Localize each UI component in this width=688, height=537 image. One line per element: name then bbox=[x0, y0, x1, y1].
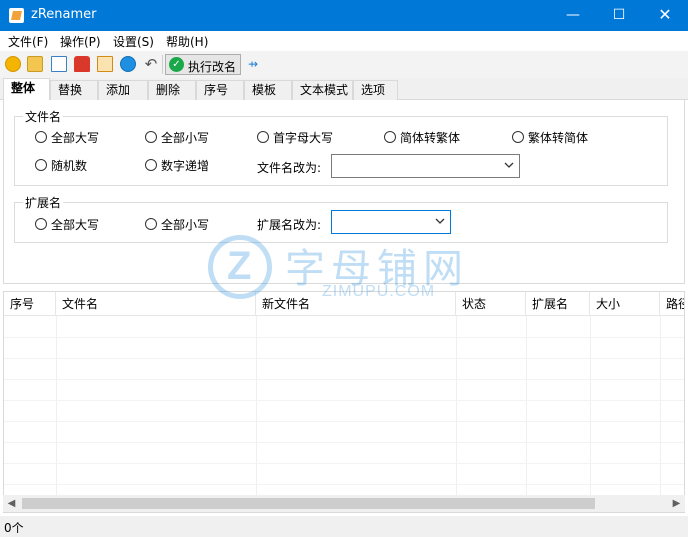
edit-list-icon[interactable] bbox=[97, 56, 113, 72]
tab-add[interactable]: 添加 bbox=[98, 80, 148, 100]
maximize-button[interactable]: ☐ bbox=[596, 0, 642, 31]
column-header-index[interactable]: 序号 bbox=[4, 292, 56, 316]
tab-options[interactable]: 选项 bbox=[353, 80, 398, 100]
execute-rename-label: 执行改名 bbox=[188, 60, 237, 74]
watermark-logo: Z bbox=[208, 235, 272, 299]
pin-icon[interactable]: ⇸ bbox=[248, 58, 262, 70]
menu-bar: 文件(F) 操作(P) 设置(S) 帮助(H) bbox=[0, 31, 688, 51]
tab-strip: 整体 替换 添加 删除 序号 模板 文本模式 选项 bbox=[0, 78, 688, 101]
minimize-button[interactable]: — bbox=[550, 0, 596, 31]
filename-change-label: 文件名改为: bbox=[257, 161, 322, 175]
filename-group-title: 文件名 bbox=[23, 108, 64, 125]
check-icon: ✓ bbox=[169, 57, 184, 72]
menu-file[interactable]: 文件(F) bbox=[8, 33, 48, 50]
column-header-status[interactable]: 状态 bbox=[456, 292, 526, 316]
add-file-icon[interactable] bbox=[5, 56, 21, 72]
column-header-size[interactable]: 大小 bbox=[590, 292, 660, 316]
undo-icon[interactable]: ↶ bbox=[143, 56, 159, 72]
title-bar: zRenamer — ☐ ✕ bbox=[0, 0, 688, 31]
tab-template[interactable]: 模板 bbox=[244, 80, 292, 100]
tab-overall[interactable]: 整体 bbox=[3, 78, 50, 101]
tab-sequence[interactable]: 序号 bbox=[196, 80, 244, 100]
extension-change-combo[interactable] bbox=[331, 210, 451, 234]
app-logo-icon bbox=[9, 8, 24, 23]
copy-icon[interactable] bbox=[51, 56, 67, 72]
column-header-path[interactable]: 路径 bbox=[660, 292, 684, 316]
toolbar: ↶ ✓ 执行改名 ⇸ bbox=[0, 51, 688, 78]
menu-help[interactable]: 帮助(H) bbox=[166, 33, 208, 50]
filename-change-combo[interactable] bbox=[331, 154, 520, 178]
scroll-right-button[interactable]: ▶ bbox=[668, 495, 685, 512]
tab-delete[interactable]: 删除 bbox=[148, 80, 196, 100]
chevron-down-icon bbox=[435, 218, 445, 224]
menu-operation[interactable]: 操作(P) bbox=[60, 33, 101, 50]
execute-rename-button[interactable]: ✓ 执行改名 bbox=[165, 54, 241, 75]
chevron-down-icon bbox=[504, 162, 514, 168]
extension-group-title: 扩展名 bbox=[23, 194, 64, 211]
file-count-status: 0个 bbox=[4, 521, 24, 535]
scroll-left-button[interactable]: ◀ bbox=[3, 495, 20, 512]
close-button[interactable]: ✕ bbox=[642, 0, 688, 31]
column-header-extension[interactable]: 扩展名 bbox=[526, 292, 590, 316]
horizontal-scrollbar[interactable]: ◀ ▶ bbox=[3, 495, 685, 512]
refresh-icon[interactable] bbox=[120, 56, 136, 72]
clear-icon[interactable] bbox=[74, 56, 90, 72]
window-title: zRenamer bbox=[31, 7, 97, 22]
scroll-thumb[interactable] bbox=[22, 498, 595, 509]
tab-replace[interactable]: 替换 bbox=[50, 80, 98, 100]
extension-change-label: 扩展名改为: bbox=[257, 218, 322, 232]
menu-settings[interactable]: 设置(S) bbox=[113, 33, 154, 50]
watermark-subtext: ZIMUPU.COM bbox=[322, 283, 436, 300]
toolbar-separator bbox=[162, 55, 163, 74]
status-bar: 0个 bbox=[0, 516, 688, 537]
add-folder-icon[interactable] bbox=[27, 56, 43, 72]
tab-text-mode[interactable]: 文本模式 bbox=[292, 80, 353, 100]
file-list-table[interactable]: 序号 文件名 新文件名 状态 扩展名 大小 路径 bbox=[3, 291, 685, 513]
